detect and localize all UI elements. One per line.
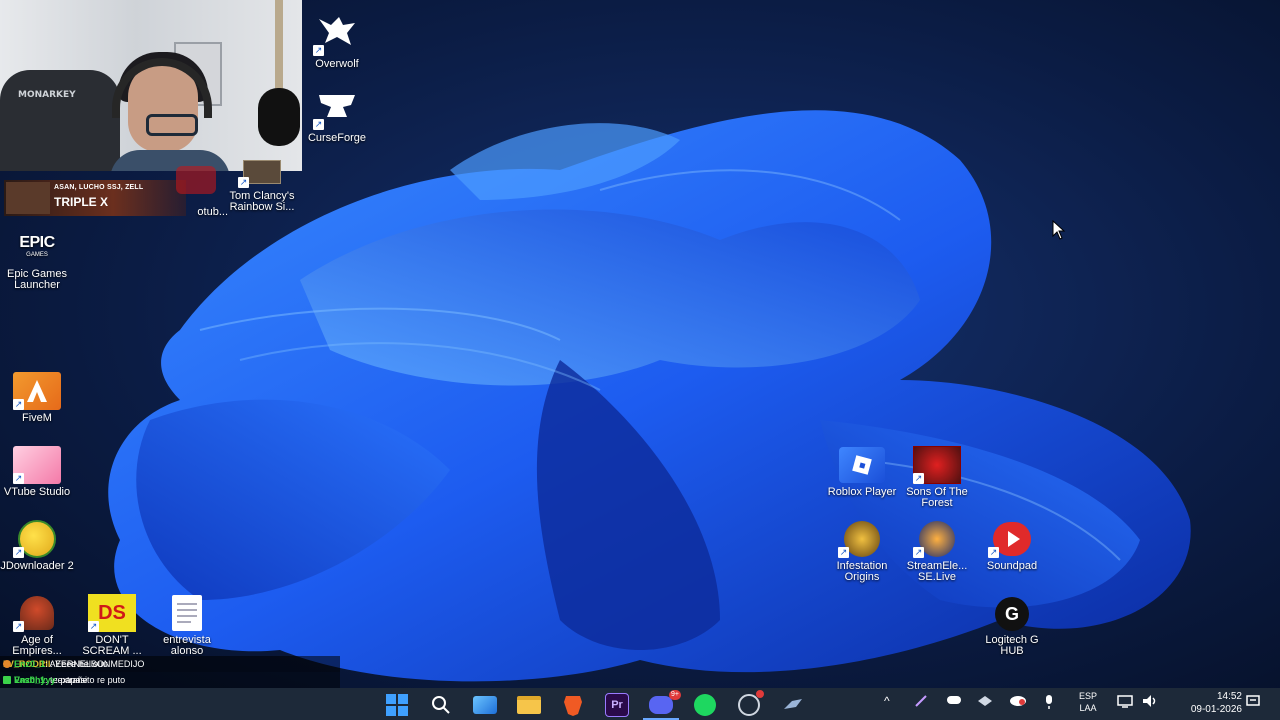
desktop-icon-label: Infestation Origins <box>836 560 888 583</box>
language-code: ESP <box>1078 691 1097 701</box>
desktop-icon-label: Tom Clancy's Rainbow Si... <box>229 190 295 213</box>
chat-overlay-lower: Enz0_1: AYERNELSONMEDIJO Vashhyyy: papas… <box>0 656 340 688</box>
desktop-icon-roblox[interactable]: Roblox Player <box>824 446 900 498</box>
clock-time: 14:52 <box>1216 691 1242 702</box>
clock-date: 09-01-2026 <box>1190 704 1242 715</box>
desktop-icon-label: VTube Studio <box>3 486 71 498</box>
premiere-label: Pr <box>605 693 629 717</box>
epic-logo-sub: GAMES <box>26 252 48 258</box>
desktop-icon-label: FiveM <box>22 412 52 424</box>
overlay-thumbnail <box>6 182 50 214</box>
desktop-icon-label: entrevista alonso <box>163 634 211 657</box>
notification-icon[interactable] <box>1246 694 1260 711</box>
desktop-icon-label: Age of Empires... <box>12 634 62 657</box>
fivem-icon: ↗ <box>13 372 61 410</box>
sons-of-the-forest-icon: ↗ <box>913 446 961 484</box>
desktop-icon-entrevista[interactable]: entrevista alonso <box>149 594 225 657</box>
desktop-icon-overwolf[interactable]: ↗ Overwolf <box>299 8 375 70</box>
desktop-icon-fivem[interactable]: ↗ FiveM <box>0 372 75 424</box>
badge-icon <box>3 676 11 684</box>
jdownloader-icon: ↗ <box>13 520 61 558</box>
desktop-icon-label: Epic Games Launcher <box>7 268 67 291</box>
epic-games-icon: EPIC GAMES <box>13 228 61 266</box>
desktop-icon-vtube-studio[interactable]: ↗ VTube Studio <box>0 446 75 498</box>
desktop-icon-soundpad[interactable]: ↗ Soundpad <box>974 520 1050 572</box>
tray-overflow-chevron[interactable]: ^ <box>884 694 890 708</box>
chat-text: : AYERNELSONMEDIJO <box>45 659 145 669</box>
cloud-icon[interactable] <box>1009 694 1027 709</box>
keyboard-layout: LAA <box>1079 703 1097 713</box>
windows-start-icon[interactable] <box>379 692 415 718</box>
volume-icon[interactable] <box>1142 694 1158 711</box>
curseforge-icon: ↗ <box>313 82 361 130</box>
pen-icon[interactable] <box>914 694 928 711</box>
desktop-icon-age-of-empires[interactable]: ↗ Age of Empires... <box>0 594 75 657</box>
streamelements-icon: ↗ <box>913 520 961 558</box>
desktop-icon-label: Soundpad <box>986 560 1038 572</box>
desktop-icon-label: Sons Of The Forest <box>906 486 968 509</box>
desktop-icon-label: CurseForge <box>307 132 367 144</box>
photos-icon[interactable] <box>467 692 503 718</box>
desktop-icon-label: DON'T SCREAM ... <box>82 634 142 657</box>
chat-username: Enz0_1 <box>14 659 46 669</box>
file-explorer-icon[interactable] <box>511 692 547 718</box>
soundpad-icon: ↗ <box>988 520 1036 558</box>
spotify-icon[interactable] <box>687 692 723 718</box>
overwolf-icon: ↗ <box>313 8 361 56</box>
webcam-overlay: MONARKEY <box>0 0 302 171</box>
badge-icon <box>3 660 11 668</box>
desktop-icon-epic-games[interactable]: EPIC GAMES Epic Games Launcher <box>0 228 75 291</box>
desktop-icon-label: StreamEle... SE.Live <box>906 560 968 583</box>
discord-badge: 9+ <box>669 690 681 700</box>
brave-icon[interactable] <box>555 692 591 718</box>
language-indicator[interactable]: ESP LAA <box>1070 690 1106 714</box>
desktop-icon-label: otub... <box>197 206 228 218</box>
desktop-icon-label: Overwolf <box>315 58 359 70</box>
age-of-empires-icon: ↗ <box>13 594 61 632</box>
chat-username: Vashhyyy <box>14 675 56 685</box>
desktop-icon-logitech[interactable]: G Logitech G HUB <box>974 596 1050 657</box>
chair-brand-text: MONARKEY <box>18 90 76 100</box>
desktop-icon-jdownloader[interactable]: ↗ JDownloader 2 <box>0 520 75 572</box>
chat-message: Enz0_1: AYERNELSONMEDIJO <box>0 656 340 672</box>
search-icon[interactable] <box>423 692 459 718</box>
chat-message: Vashhyyy: papasito re puto <box>0 672 340 688</box>
desktop-icon-curseforge[interactable]: ↗ CurseForge <box>299 82 375 144</box>
desktop-icon-sons-of-the-forest[interactable]: ↗ Sons Of The Forest <box>899 446 975 509</box>
epic-logo-text: EPIC <box>19 234 55 251</box>
network-icon[interactable] <box>1117 694 1133 711</box>
system-clock[interactable]: 14:52 09-01-2026 <box>1172 690 1242 716</box>
roblox-icon <box>838 446 886 484</box>
document-icon <box>163 594 211 632</box>
taskbar: Enz0_1: AYERNELSONMEDIJO Vashhyyy: papas… <box>0 659 1280 720</box>
steam-like-icon[interactable] <box>731 690 767 718</box>
overlay-names: ASAN, LUCHO SSJ, ZELL <box>54 184 144 191</box>
desktop-icon-rainbow-six[interactable]: ↗ Tom Clancy's Rainbow Si... <box>224 156 300 213</box>
rainbow-six-icon: ↗ <box>238 156 286 188</box>
dont-scream-logo: DS <box>98 601 126 624</box>
overlay-title: TRIPLE X <box>54 195 109 209</box>
premiere-pro-icon[interactable]: Pr <box>599 692 635 718</box>
steam-tray-icon[interactable] <box>977 694 993 711</box>
chat-text: : papasito re puto <box>55 675 126 685</box>
vtube-studio-icon: ↗ <box>13 446 61 484</box>
dont-scream-icon: DS ↗ <box>88 594 136 632</box>
app-icon[interactable] <box>775 692 811 718</box>
logitech-ghub-icon: G <box>988 596 1036 632</box>
discord-icon[interactable]: 9+ <box>643 690 681 720</box>
desktop-icon-dont-scream[interactable]: DS ↗ DON'T SCREAM ... <box>74 594 150 657</box>
microphone-icon[interactable] <box>1043 694 1055 713</box>
desktop-icon-streamelements[interactable]: ↗ StreamEle... SE.Live <box>899 520 975 583</box>
desktop-icon-label: JDownloader 2 <box>0 560 74 572</box>
youtube-icon <box>172 156 220 204</box>
desktop-icon-label: Roblox Player <box>827 486 897 498</box>
desktop-icon-youtube[interactable]: otub... <box>158 156 234 218</box>
gamepad-icon[interactable] <box>946 694 962 709</box>
infestation-icon: ↗ <box>838 520 886 558</box>
desktop-icon-infestation[interactable]: ↗ Infestation Origins <box>824 520 900 583</box>
desktop-icon-label: Logitech G HUB <box>985 634 1039 657</box>
